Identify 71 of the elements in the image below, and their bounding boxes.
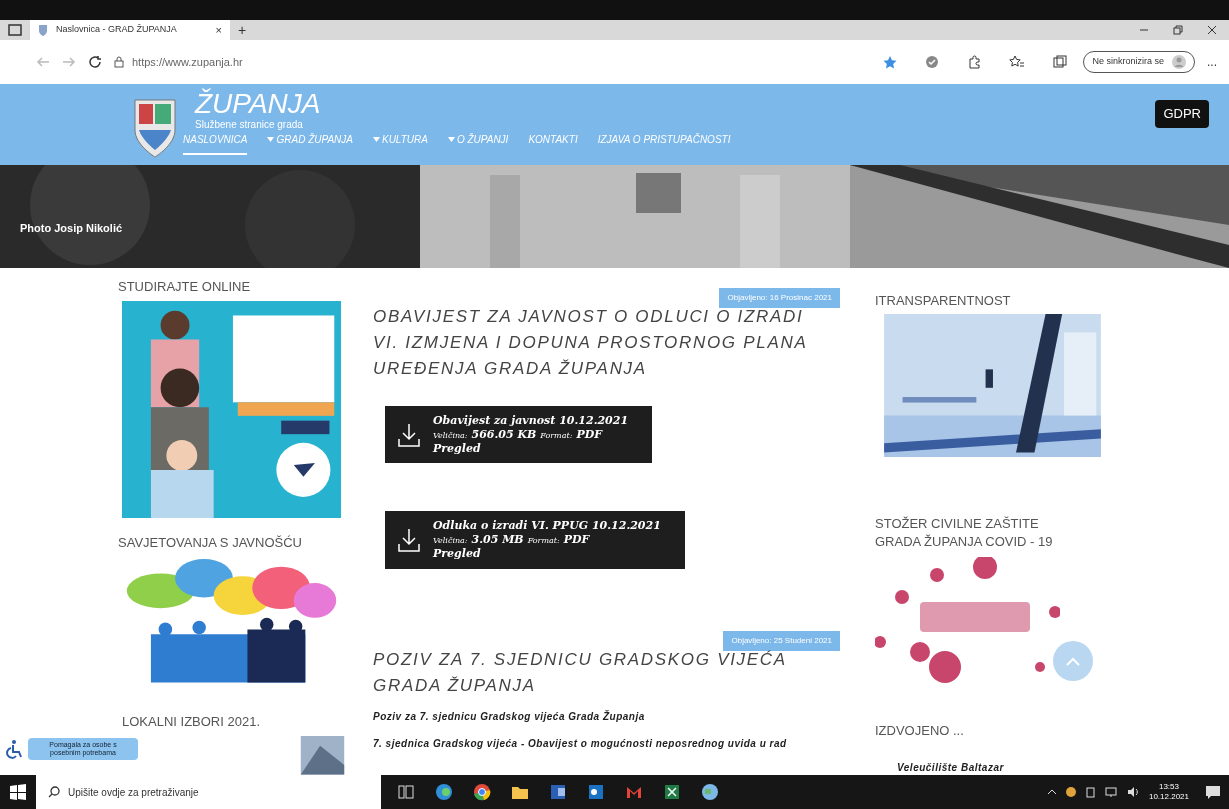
check-circle-icon[interactable] (925, 55, 940, 69)
article-paragraph: Poziv za 7. sjednicu Gradskog vijeća Grada Županja (373, 709, 646, 724)
avatar-icon (1172, 55, 1186, 69)
section-title: ITRANSPARENTNOST (875, 292, 1012, 310)
star-icon[interactable] (883, 55, 898, 69)
outlook-icon[interactable] (587, 783, 605, 801)
file-format: PDF (576, 427, 602, 442)
caret-icon (447, 137, 455, 142)
tab-title: Naslovnica - GRAD ŽUPANJA (56, 23, 178, 37)
favorites-icon[interactable] (1009, 55, 1026, 69)
new-tab-button[interactable]: + (238, 23, 247, 37)
tab-actions-icon[interactable] (8, 24, 22, 36)
gdpr-button[interactable]: GDPR (1155, 100, 1209, 128)
task-view-icon[interactable] (397, 783, 415, 801)
battery-icon[interactable] (1084, 786, 1097, 798)
featured-link[interactable]: Veleučilište Baltazar (897, 760, 1004, 775)
document-download[interactable]: Obavijest za javnost 10.12.2021 Veličina: 566.05 KB Format: PDF Pregled (385, 406, 653, 464)
speaker-icon[interactable] (1126, 786, 1141, 798)
format-label: Format: (527, 536, 560, 546)
clock[interactable]: 13:53 10.12.2021 (1148, 782, 1189, 802)
tray-app-icon[interactable] (1064, 786, 1077, 798)
network-icon[interactable] (1104, 786, 1119, 798)
lock-icon (114, 56, 124, 68)
chevron-up-icon (1066, 656, 1080, 666)
date-badge: Objavljeno: 25 Studeni 2021 (723, 630, 840, 651)
crest-icon (38, 24, 48, 36)
photo-credit: Photo Josip Nikolić (20, 221, 123, 236)
taskbar-search-field[interactable]: Upišite ovdje za pretraživanje (36, 775, 381, 809)
word-icon[interactable] (549, 783, 567, 801)
url-text: https://www.zupanja.hr (132, 54, 243, 70)
size-label: Veličina: (433, 536, 468, 546)
more-button[interactable]: ... (1207, 56, 1217, 68)
chrome-icon[interactable] (473, 783, 491, 801)
globe-icon[interactable] (701, 783, 719, 801)
search-icon (48, 786, 60, 798)
windows-start-icon[interactable] (10, 784, 26, 800)
notifications-icon[interactable] (1205, 785, 1221, 799)
preview-link[interactable]: Pregled (433, 546, 481, 561)
file-size: 566.05 KB (471, 427, 537, 442)
caret-icon (372, 137, 380, 142)
section-title: STOŽER CIVILNE ZAŠTITE GRADA ŽUPANJA COVID - 19 (875, 515, 1054, 551)
restore-icon[interactable] (1173, 25, 1183, 35)
article-paragraph: 7. sjednica Gradskog vijeća - Obavijest o mogućnosti neposrednog uvida u rad (373, 736, 788, 751)
download-icon (397, 421, 421, 448)
format-label: Format: (540, 430, 573, 441)
preview-link[interactable]: Pregled (433, 441, 481, 456)
accessibility-icon[interactable] (4, 739, 24, 759)
section-title: LOKALNI IZBORI 2021. (122, 715, 260, 729)
puzzle-icon[interactable] (967, 55, 982, 69)
browser-tab[interactable]: Naslovnica - GRAD ŽUPANJA × (30, 20, 230, 40)
document-name: Odluka o izradi VI. PPUG 10.12.2021 (433, 519, 661, 533)
site-subtitle: Službene stranice grada (195, 120, 303, 130)
download-icon (397, 526, 421, 553)
caret-icon (267, 137, 275, 142)
reload-icon[interactable] (88, 55, 102, 69)
document-name: Obavijest za javnost 10.12.2021 (433, 414, 629, 428)
browser-icon[interactable] (435, 783, 453, 801)
section-title: STUDIRAJTE ONLINE (118, 280, 251, 293)
date-badge: Objavljeno: 16 Prosinac 2021 (719, 288, 840, 308)
section-title: IZDVOJENO ... (875, 722, 965, 740)
file-size: 3.05 MB (471, 533, 524, 547)
excel-icon[interactable] (663, 783, 681, 801)
close-tab-button[interactable]: × (215, 21, 222, 39)
size-label: Veličina: (433, 430, 468, 441)
address-bar[interactable]: https://www.zupanja.hr (114, 48, 872, 76)
close-icon[interactable] (1207, 25, 1217, 35)
chevron-up-icon[interactable] (1046, 789, 1057, 795)
file-format: PDF (563, 533, 590, 547)
collections-icon[interactable] (1053, 55, 1068, 69)
document-download[interactable]: Odluka o izradi VI. PPUG 10.12.2021 Veličina: 3.05 MB Format: PDF Pregled (385, 511, 685, 569)
section-title: SAVJETOVANJA S JAVNOŠĆU (118, 536, 302, 550)
